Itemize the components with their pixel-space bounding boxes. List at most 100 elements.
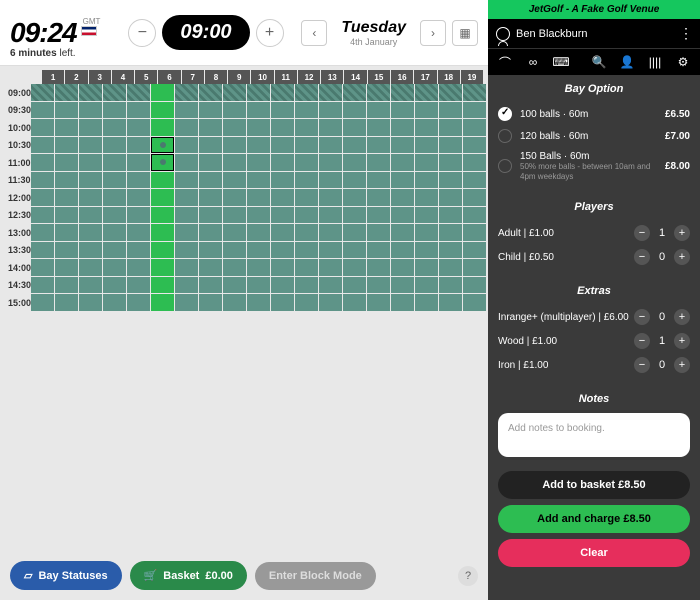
grid-cell[interactable] (391, 154, 414, 171)
bay-option-row[interactable]: 100 balls · 60m £6.50 (498, 103, 690, 125)
grid-cell[interactable] (463, 84, 486, 101)
grid-cell[interactable] (271, 277, 294, 294)
grid-cell[interactable] (175, 224, 198, 241)
grid-cell[interactable] (439, 277, 462, 294)
grid-cell[interactable] (439, 84, 462, 101)
grid-cell[interactable] (343, 84, 366, 101)
add-basket-button[interactable]: Add to basket £8.50 (498, 471, 690, 499)
grid-cell[interactable] (55, 224, 78, 241)
grid-cell[interactable] (391, 102, 414, 119)
grid-cell[interactable] (439, 224, 462, 241)
basket-button[interactable]: 🛒Basket £0.00 (130, 561, 247, 590)
grid-cell[interactable] (55, 102, 78, 119)
grid-cell[interactable] (295, 154, 318, 171)
grid-cell[interactable] (463, 207, 486, 224)
grid-cell[interactable] (439, 207, 462, 224)
grid-cell[interactable] (199, 172, 222, 189)
time-minus-button[interactable]: − (128, 19, 156, 47)
grid-cell[interactable] (391, 189, 414, 206)
grid-cell[interactable] (199, 189, 222, 206)
calendar-button[interactable]: ▦ (452, 20, 478, 46)
grid-cell[interactable] (319, 102, 342, 119)
grid-cell[interactable] (175, 84, 198, 101)
grid-cell[interactable] (271, 84, 294, 101)
grid-cell[interactable] (55, 242, 78, 259)
grid-cell[interactable] (439, 154, 462, 171)
grid-cell[interactable] (103, 84, 126, 101)
grid-cell[interactable] (55, 277, 78, 294)
qty-plus-button[interactable]: + (674, 357, 690, 373)
grid-cell[interactable] (415, 294, 438, 311)
grid-cell[interactable] (103, 277, 126, 294)
grid-cell[interactable] (31, 207, 54, 224)
grid-cell[interactable] (415, 242, 438, 259)
grid-cell[interactable] (367, 84, 390, 101)
grid-cell[interactable] (199, 119, 222, 136)
grid-cell[interactable] (295, 224, 318, 241)
grid-cell[interactable] (127, 154, 150, 171)
grid-cell[interactable] (391, 84, 414, 101)
grid-cell[interactable] (79, 137, 102, 154)
grid-cell[interactable] (223, 242, 246, 259)
grid-cell[interactable] (415, 119, 438, 136)
grid-cell[interactable] (463, 172, 486, 189)
grid-cell[interactable] (415, 84, 438, 101)
grid-cell[interactable] (415, 154, 438, 171)
grid-cell[interactable] (415, 189, 438, 206)
grid-cell[interactable] (223, 84, 246, 101)
grid-cell[interactable] (247, 207, 270, 224)
grid-cell[interactable] (127, 207, 150, 224)
bay-statuses-button[interactable]: ▱Bay Statuses (10, 561, 122, 590)
user-row[interactable]: Ben Blackburn ⋮ (488, 19, 700, 48)
grid-cell[interactable] (319, 242, 342, 259)
grid-cell[interactable] (463, 154, 486, 171)
grid-cell[interactable] (175, 294, 198, 311)
grid-cell[interactable] (271, 137, 294, 154)
grid-cell[interactable] (271, 172, 294, 189)
grid-cell[interactable] (319, 154, 342, 171)
grid-cell[interactable] (247, 259, 270, 276)
qty-plus-button[interactable]: + (674, 309, 690, 325)
goggles-icon[interactable]: ∞ (524, 55, 542, 69)
user-menu-icon[interactable]: ⋮ (679, 25, 692, 42)
grid-cell[interactable] (271, 224, 294, 241)
grid-cell[interactable] (223, 224, 246, 241)
search-icon[interactable]: 🔍 (590, 55, 608, 69)
grid-cell[interactable] (199, 137, 222, 154)
grid-cell[interactable] (151, 119, 174, 136)
grid-cell[interactable] (343, 119, 366, 136)
grid-cell[interactable] (271, 242, 294, 259)
grid-cell[interactable] (247, 119, 270, 136)
grid-cell[interactable] (439, 259, 462, 276)
grid-cell[interactable] (391, 259, 414, 276)
grid-cell[interactable] (223, 189, 246, 206)
grid-cell[interactable] (31, 172, 54, 189)
grid-cell[interactable] (463, 102, 486, 119)
grid-cell[interactable] (199, 207, 222, 224)
grid-cell[interactable] (271, 119, 294, 136)
grid-cell[interactable] (391, 172, 414, 189)
grid-cell[interactable] (319, 294, 342, 311)
grid-cell[interactable] (343, 224, 366, 241)
grid-cell[interactable] (151, 154, 174, 171)
grid-cell[interactable] (31, 119, 54, 136)
grid-cell[interactable] (103, 137, 126, 154)
grid-cell[interactable] (367, 294, 390, 311)
grid-cell[interactable] (415, 277, 438, 294)
grid-cell[interactable] (103, 242, 126, 259)
grid-cell[interactable] (223, 207, 246, 224)
grid-cell[interactable] (55, 154, 78, 171)
grid-cell[interactable] (343, 154, 366, 171)
grid-cell[interactable] (175, 259, 198, 276)
grid-cell[interactable] (343, 207, 366, 224)
grid-cell[interactable] (295, 277, 318, 294)
grid-cell[interactable] (151, 242, 174, 259)
grid-cell[interactable] (223, 277, 246, 294)
grid-cell[interactable] (271, 189, 294, 206)
grid-cell[interactable] (367, 277, 390, 294)
qty-minus-button[interactable]: − (634, 249, 650, 265)
grid-cell[interactable] (319, 137, 342, 154)
grid-cell[interactable] (151, 102, 174, 119)
grid-cell[interactable] (103, 294, 126, 311)
grid-cell[interactable] (55, 294, 78, 311)
